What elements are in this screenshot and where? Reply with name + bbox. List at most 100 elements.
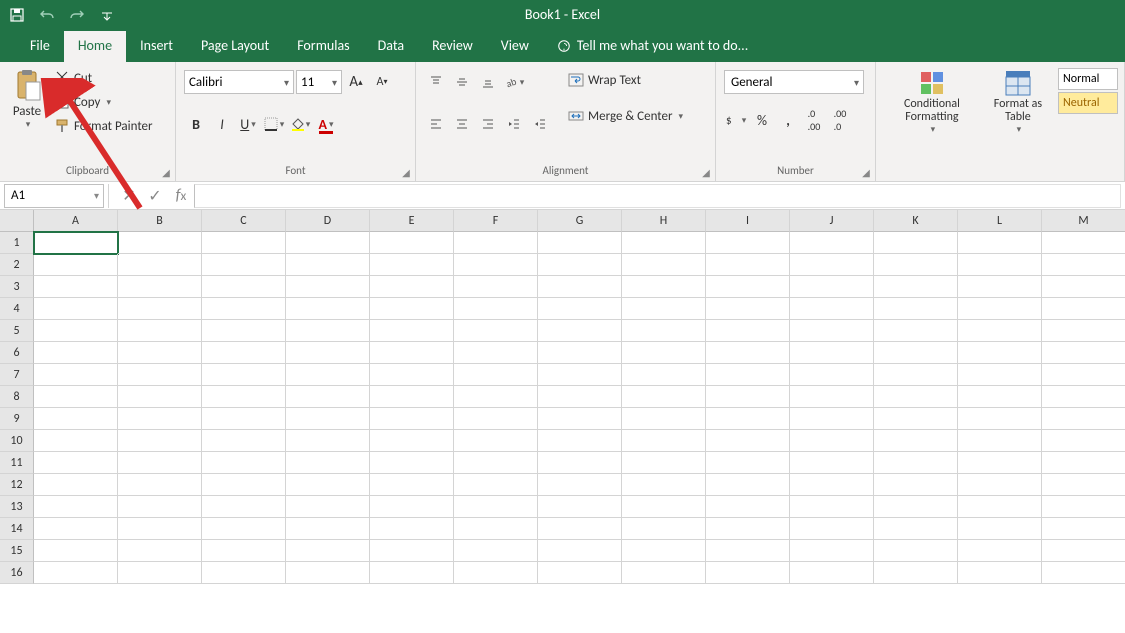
- cell[interactable]: [286, 540, 370, 562]
- cell[interactable]: [118, 276, 202, 298]
- tab-home[interactable]: Home: [64, 31, 126, 62]
- clipboard-dialog-launcher[interactable]: ◢: [159, 165, 173, 179]
- font-name-select[interactable]: Calibri: [184, 70, 294, 94]
- cell[interactable]: [1042, 518, 1125, 540]
- cell-style-normal[interactable]: Normal: [1058, 68, 1118, 90]
- cell[interactable]: [202, 386, 286, 408]
- cell[interactable]: [874, 474, 958, 496]
- cell[interactable]: [202, 232, 286, 254]
- cell[interactable]: [874, 364, 958, 386]
- cell[interactable]: [958, 540, 1042, 562]
- cell[interactable]: [1042, 254, 1125, 276]
- cell[interactable]: [874, 430, 958, 452]
- cell[interactable]: [622, 320, 706, 342]
- cell[interactable]: [286, 276, 370, 298]
- cell[interactable]: [1042, 540, 1125, 562]
- cancel-formula-button[interactable]: ✕: [116, 184, 142, 208]
- cell[interactable]: [958, 342, 1042, 364]
- cell[interactable]: [538, 518, 622, 540]
- cell[interactable]: [790, 452, 874, 474]
- tab-data[interactable]: Data: [364, 31, 418, 62]
- cell[interactable]: [706, 518, 790, 540]
- row-header[interactable]: 15: [0, 540, 34, 562]
- column-header[interactable]: D: [286, 210, 370, 232]
- align-middle-button[interactable]: [450, 70, 474, 94]
- tab-insert[interactable]: Insert: [126, 31, 187, 62]
- cell[interactable]: [202, 474, 286, 496]
- cell[interactable]: [790, 430, 874, 452]
- cell[interactable]: [1042, 232, 1125, 254]
- cell[interactable]: [454, 342, 538, 364]
- column-header[interactable]: K: [874, 210, 958, 232]
- cell[interactable]: [622, 430, 706, 452]
- cell[interactable]: [370, 320, 454, 342]
- cell[interactable]: [538, 254, 622, 276]
- cell[interactable]: [622, 518, 706, 540]
- merge-center-button[interactable]: Merge & Center▾: [564, 106, 687, 126]
- cell[interactable]: [958, 452, 1042, 474]
- cell[interactable]: [286, 474, 370, 496]
- cell[interactable]: [202, 254, 286, 276]
- cell[interactable]: [1042, 298, 1125, 320]
- font-color-button[interactable]: A▾: [314, 112, 338, 136]
- cell[interactable]: [118, 254, 202, 276]
- row-header[interactable]: 4: [0, 298, 34, 320]
- formula-bar[interactable]: [194, 184, 1121, 208]
- cell[interactable]: [118, 562, 202, 584]
- cell[interactable]: [202, 496, 286, 518]
- cell[interactable]: [454, 540, 538, 562]
- cell[interactable]: [706, 474, 790, 496]
- qat-customize-button[interactable]: [94, 3, 120, 27]
- cell[interactable]: [286, 254, 370, 276]
- cell[interactable]: [370, 474, 454, 496]
- cell[interactable]: [34, 518, 118, 540]
- cell[interactable]: [538, 320, 622, 342]
- cell[interactable]: [706, 452, 790, 474]
- cell[interactable]: [790, 254, 874, 276]
- cell[interactable]: [454, 408, 538, 430]
- cell[interactable]: [958, 562, 1042, 584]
- column-header[interactable]: A: [34, 210, 118, 232]
- column-header[interactable]: C: [202, 210, 286, 232]
- wrap-text-button[interactable]: Wrap Text: [564, 70, 687, 90]
- cell[interactable]: [790, 386, 874, 408]
- cell[interactable]: [118, 452, 202, 474]
- cell[interactable]: [286, 518, 370, 540]
- cell[interactable]: [370, 540, 454, 562]
- cell[interactable]: [286, 452, 370, 474]
- column-header[interactable]: F: [454, 210, 538, 232]
- cut-button[interactable]: Cut: [50, 68, 157, 88]
- tab-review[interactable]: Review: [418, 31, 487, 62]
- cell[interactable]: [118, 518, 202, 540]
- cell[interactable]: [454, 496, 538, 518]
- cell[interactable]: [454, 474, 538, 496]
- cell[interactable]: [370, 254, 454, 276]
- row-header[interactable]: 3: [0, 276, 34, 298]
- cell[interactable]: [538, 474, 622, 496]
- align-right-button[interactable]: [476, 112, 500, 136]
- cell[interactable]: [370, 298, 454, 320]
- cell[interactable]: [34, 452, 118, 474]
- row-header[interactable]: 5: [0, 320, 34, 342]
- column-header[interactable]: I: [706, 210, 790, 232]
- cell[interactable]: [538, 276, 622, 298]
- cell[interactable]: [538, 496, 622, 518]
- cell[interactable]: [286, 342, 370, 364]
- cell[interactable]: [202, 320, 286, 342]
- cell[interactable]: [286, 408, 370, 430]
- cell[interactable]: [202, 452, 286, 474]
- row-header[interactable]: 1: [0, 232, 34, 254]
- cell[interactable]: [958, 232, 1042, 254]
- insert-function-button[interactable]: fx: [168, 184, 194, 208]
- cell[interactable]: [706, 430, 790, 452]
- cell[interactable]: [370, 276, 454, 298]
- row-header[interactable]: 11: [0, 452, 34, 474]
- select-all-corner[interactable]: [0, 210, 34, 232]
- cell[interactable]: [202, 276, 286, 298]
- cell[interactable]: [874, 452, 958, 474]
- cell[interactable]: [454, 364, 538, 386]
- cell[interactable]: [958, 386, 1042, 408]
- cell[interactable]: [1042, 364, 1125, 386]
- align-bottom-button[interactable]: [476, 70, 500, 94]
- cell[interactable]: [790, 474, 874, 496]
